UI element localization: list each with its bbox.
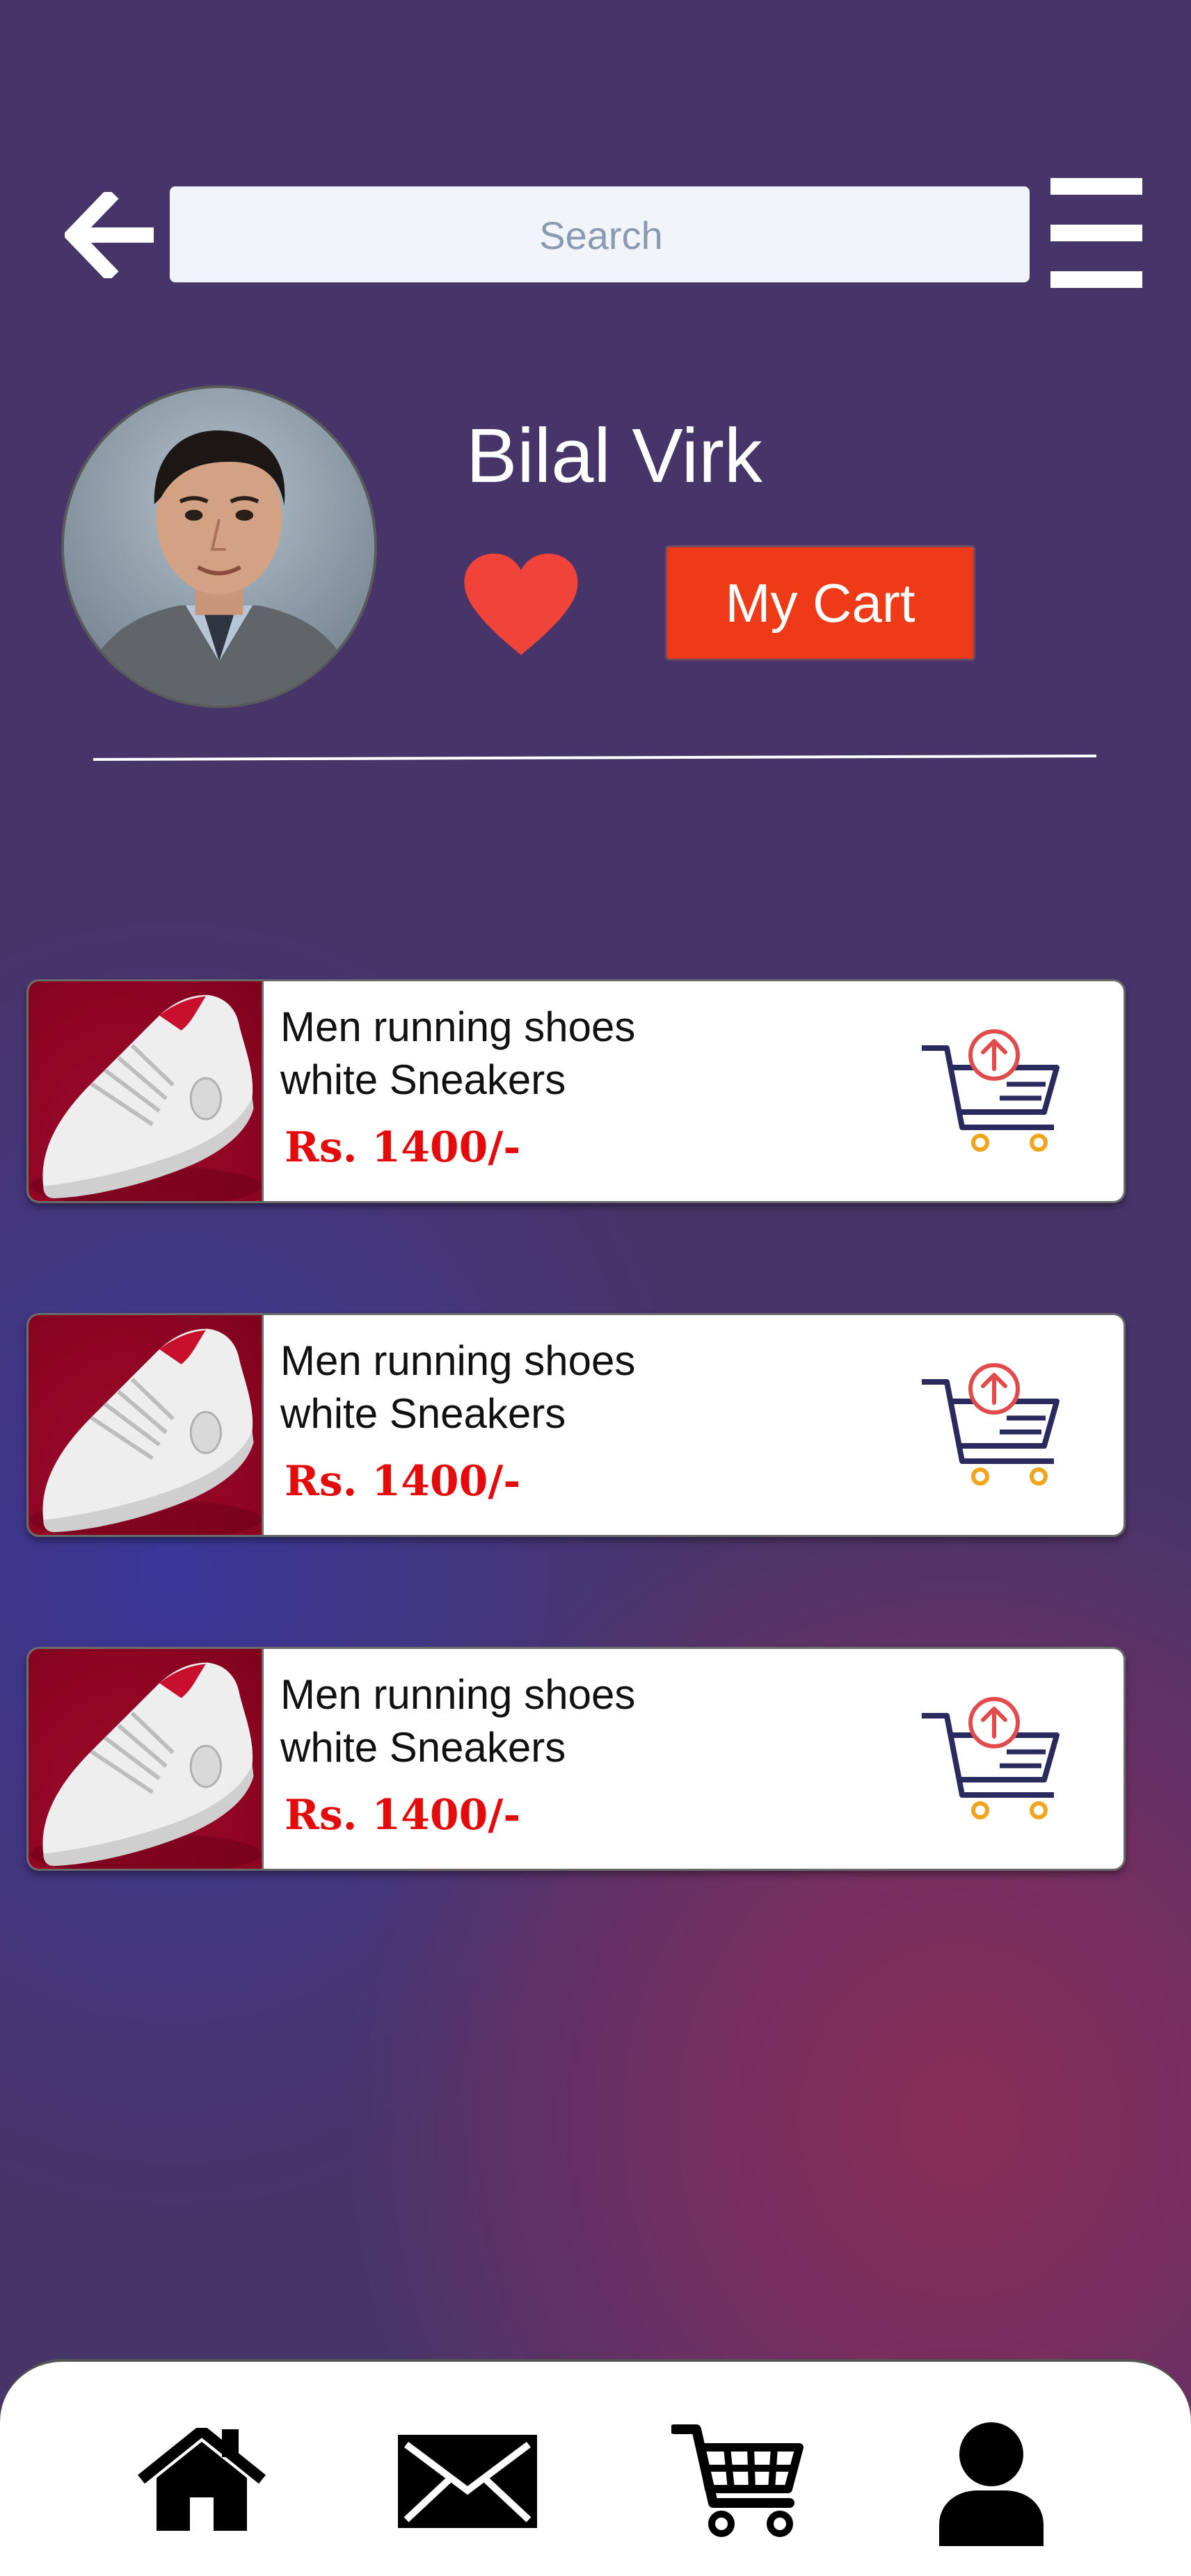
- product-title-line2: white Sneakers: [280, 1056, 566, 1103]
- product-card[interactable]: Men running shoes white Sneakers Rs. 140…: [26, 1647, 1126, 1871]
- product-price: Rs. 1400/-: [285, 1123, 521, 1172]
- sneaker-image: [29, 1328, 262, 1535]
- product-price: Rs. 1400/-: [285, 1457, 521, 1506]
- heart-icon: [464, 554, 578, 655]
- product-title: Men running shoes white Sneakers: [280, 1001, 809, 1106]
- product-title: Men running shoes white Sneakers: [280, 1668, 809, 1774]
- cart-upload-icon: [922, 1363, 1060, 1486]
- user-name: Bilal Virk: [466, 413, 762, 499]
- add-to-cart-button[interactable]: [916, 1023, 1069, 1162]
- menu-line: [1050, 178, 1142, 195]
- product-title-line2: white Sneakers: [280, 1390, 566, 1437]
- shopping-cart-icon: [671, 2424, 804, 2537]
- nav-messages[interactable]: [394, 2420, 541, 2543]
- avatar-photo: [64, 388, 374, 705]
- back-button[interactable]: [61, 186, 159, 284]
- favorites-button[interactable]: [462, 554, 580, 658]
- user-icon: [939, 2422, 1044, 2546]
- sneaker-image: [29, 995, 262, 1201]
- nav-home[interactable]: [132, 2417, 271, 2543]
- menu-line: [1050, 271, 1142, 288]
- search-input[interactable]: [170, 186, 1032, 284]
- bottom-navigation: [0, 2359, 1191, 2576]
- product-card[interactable]: Men running shoes white Sneakers Rs. 140…: [26, 979, 1126, 1203]
- mail-icon: [398, 2435, 537, 2528]
- product-title-line2: white Sneakers: [280, 1724, 566, 1771]
- search-bar[interactable]: [170, 186, 1032, 284]
- product-title-line1: Men running shoes: [280, 1337, 636, 1384]
- product-title-line1: Men running shoes: [280, 1004, 636, 1050]
- arrow-left-icon: [65, 192, 154, 278]
- sneaker-image: [29, 1662, 262, 1869]
- product-title: Men running shoes white Sneakers: [280, 1335, 809, 1440]
- menu-line: [1050, 225, 1142, 241]
- nav-cart[interactable]: [668, 2416, 807, 2541]
- add-to-cart-button[interactable]: [916, 1357, 1069, 1496]
- cart-upload-icon: [922, 1697, 1060, 1819]
- product-image: [29, 981, 264, 1201]
- add-to-cart-button[interactable]: [916, 1691, 1069, 1830]
- product-card[interactable]: Men running shoes white Sneakers Rs. 140…: [26, 1313, 1126, 1537]
- product-title-line1: Men running shoes: [280, 1671, 636, 1718]
- hamburger-menu-icon[interactable]: [1050, 178, 1142, 288]
- nav-profile[interactable]: [925, 2417, 1057, 2550]
- my-cart-button[interactable]: My Cart: [665, 545, 975, 661]
- profile-divider: [93, 754, 1096, 761]
- product-image: [29, 1315, 264, 1535]
- my-cart-label: My Cart: [725, 572, 916, 634]
- app-screen: Bilal Virk My Cart Men running shoes whi…: [0, 0, 1191, 2576]
- avatar[interactable]: [61, 385, 377, 708]
- home-icon: [137, 2428, 266, 2531]
- product-image: [29, 1649, 264, 1869]
- product-price: Rs. 1400/-: [285, 1791, 521, 1840]
- cart-upload-icon: [922, 1029, 1060, 1152]
